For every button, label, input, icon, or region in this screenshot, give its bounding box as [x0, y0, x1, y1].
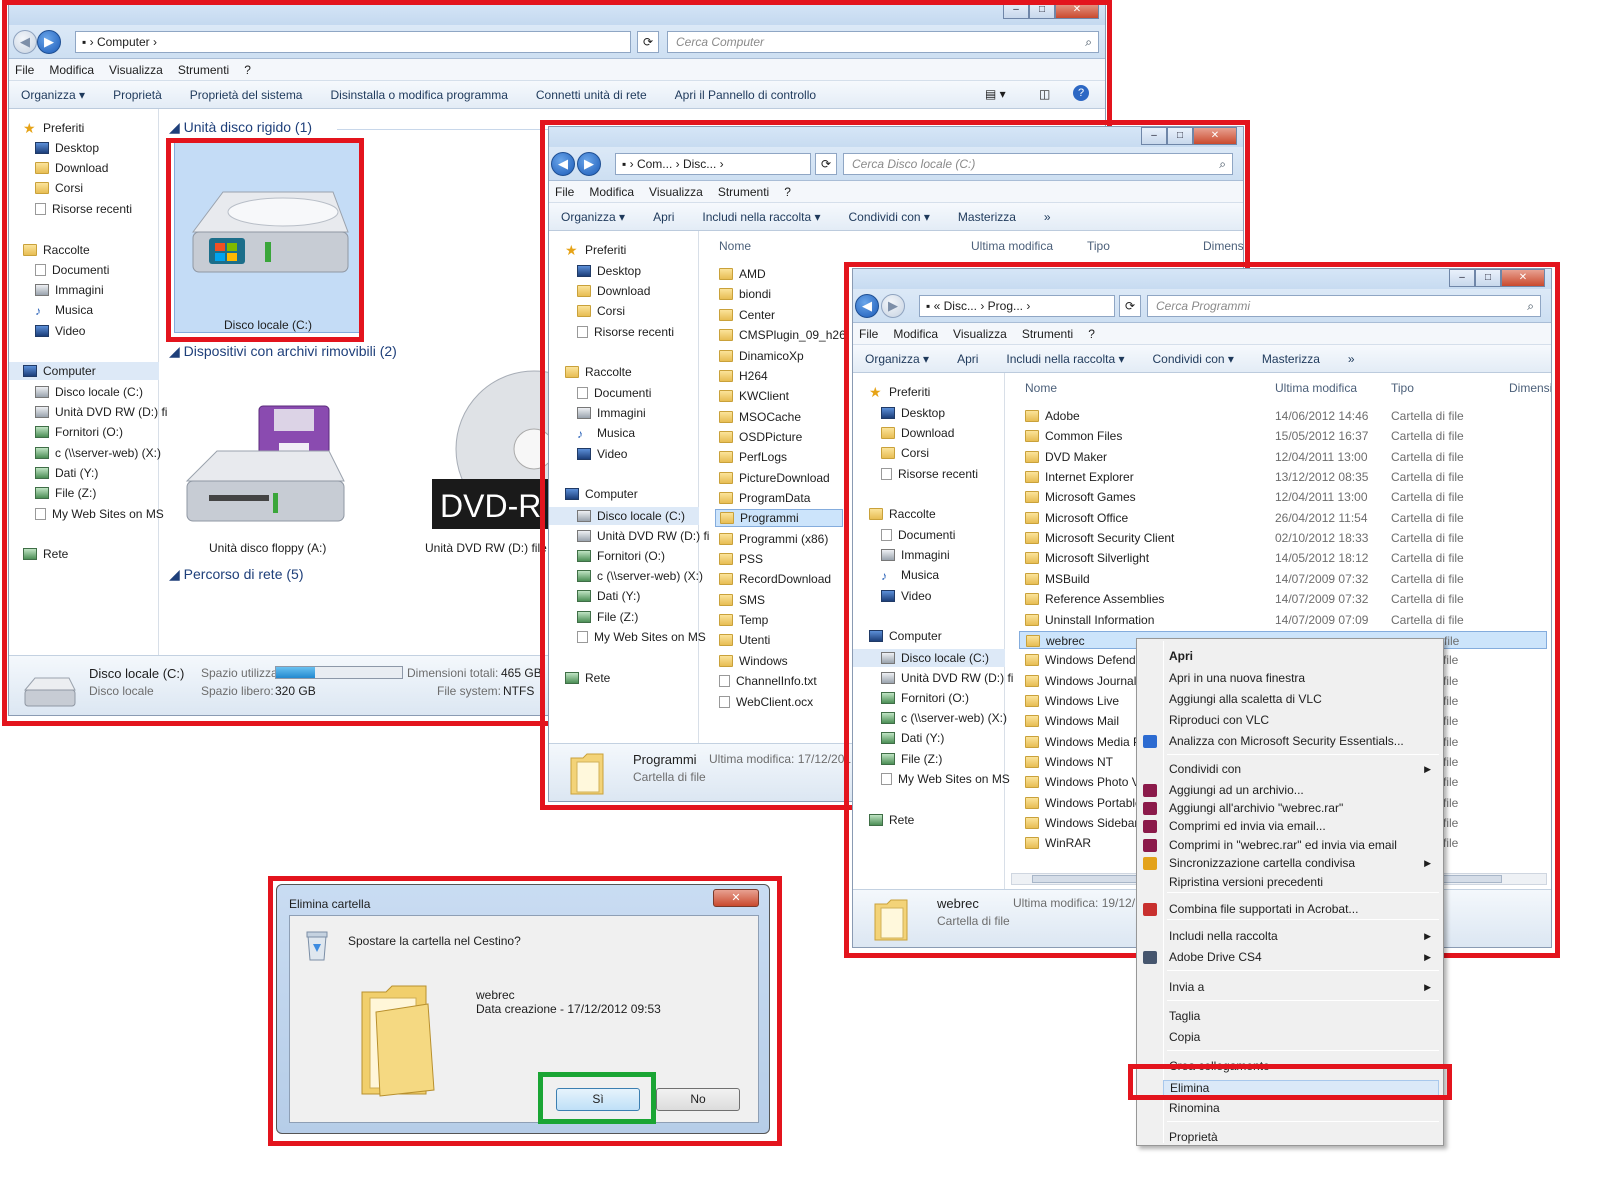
menu-item-adobe-drive-cs4[interactable]: Adobe Drive CS4: [1169, 950, 1262, 964]
sync-icon: [1143, 857, 1157, 870]
menu-item-open-new-window[interactable]: Apri in una nuova finestra: [1169, 671, 1305, 685]
submenu-arrow-icon: ▶: [1424, 764, 1431, 774]
submenu-arrow-icon: ▶: [1424, 982, 1431, 992]
menu-item-copy[interactable]: Copia: [1169, 1030, 1200, 1044]
menu-item-send-to[interactable]: Invia a: [1169, 980, 1204, 994]
highlight-frame-yes-button: [538, 1072, 656, 1124]
menu-separator: [1167, 1121, 1439, 1122]
menu-item-add-to-archive[interactable]: Aggiungi ad un archivio...: [1169, 783, 1304, 797]
submenu-arrow-icon: ▶: [1424, 931, 1431, 941]
adobe-drive-icon: [1143, 951, 1157, 964]
menu-item-restore-previous-versions[interactable]: Ripristina versioni precedenti: [1169, 875, 1323, 889]
menu-item-play-vlc[interactable]: Riproduci con VLC: [1169, 713, 1269, 727]
menu-item-scan-security-essentials[interactable]: Analizza con Microsoft Security Essentia…: [1169, 734, 1404, 748]
highlight-frame-dialog: [268, 876, 782, 1146]
menu-item-share-with[interactable]: Condividi con: [1169, 762, 1241, 776]
winrar-icon: [1143, 820, 1157, 833]
menu-item-sync-shared-folder[interactable]: Sincronizzazione cartella condivisa: [1169, 856, 1355, 870]
submenu-arrow-icon: ▶: [1424, 952, 1431, 962]
menu-item-add-to-webrec-rar[interactable]: Aggiungi all'archivio "webrec.rar": [1169, 801, 1343, 815]
menu-item-add-vlc-playlist[interactable]: Aggiungi alla scaletta di VLC: [1169, 692, 1322, 706]
menu-separator: [1167, 1050, 1439, 1051]
highlight-frame-delete-item: [1128, 1064, 1452, 1100]
menu-separator: [1167, 892, 1439, 893]
menu-item-open[interactable]: Apri: [1169, 649, 1193, 663]
menu-item-compress-webrec-rar-email[interactable]: Comprimi in "webrec.rar" ed invia via em…: [1169, 838, 1397, 852]
menu-item-cut[interactable]: Taglia: [1169, 1009, 1200, 1023]
winrar-icon: [1143, 802, 1157, 815]
winrar-icon: [1143, 784, 1157, 797]
acrobat-icon: [1143, 903, 1157, 916]
menu-item-include-in-library[interactable]: Includi nella raccolta: [1169, 929, 1278, 943]
menu-item-compress-email[interactable]: Comprimi ed invia via email...: [1169, 819, 1326, 833]
submenu-arrow-icon: ▶: [1424, 858, 1431, 868]
menu-separator: [1167, 919, 1439, 920]
winrar-icon: [1143, 839, 1157, 852]
menu-separator: [1167, 754, 1439, 755]
shield-icon: [1143, 735, 1157, 748]
menu-separator: [1167, 970, 1439, 971]
menu-item-combine-acrobat[interactable]: Combina file supportati in Acrobat...: [1169, 902, 1358, 916]
menu-separator: [1167, 1000, 1439, 1001]
menu-item-properties[interactable]: Proprietà: [1169, 1130, 1218, 1144]
highlight-frame-drive-c: [166, 138, 364, 342]
menu-item-rename[interactable]: Rinomina: [1169, 1101, 1220, 1115]
